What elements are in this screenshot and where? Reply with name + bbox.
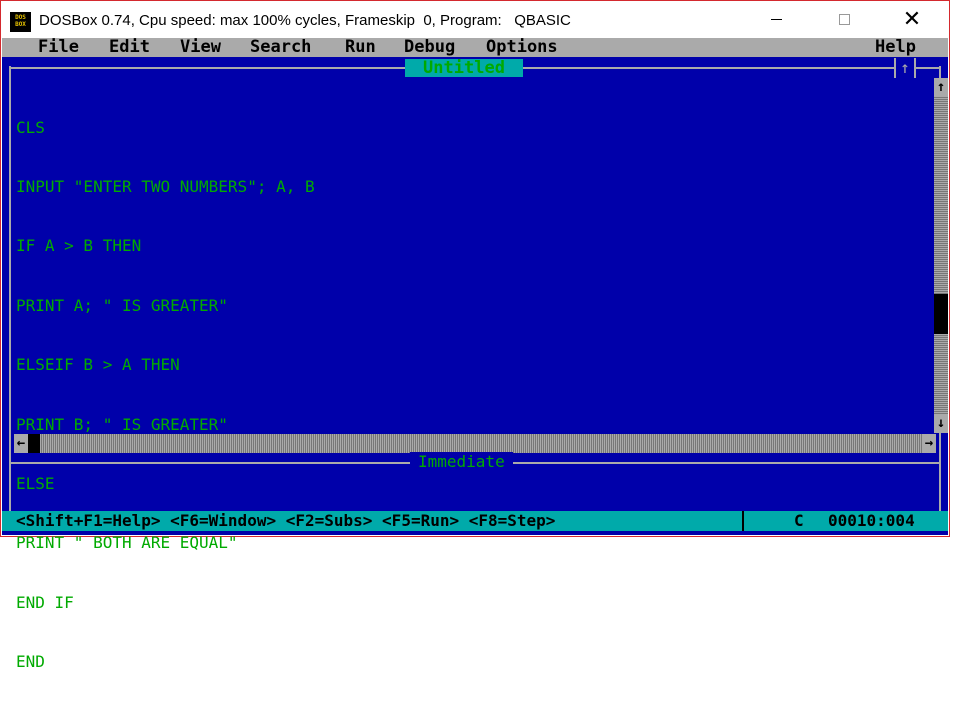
maximize-button[interactable]: [821, 1, 867, 38]
dosbox-window: DOS BOX DOSBox 0.74, Cpu speed: max 100% …: [0, 0, 950, 671]
horizontal-scroll-thumb[interactable]: [28, 434, 40, 453]
close-button[interactable]: ✕: [889, 1, 935, 38]
window-title: DOSBox 0.74, Cpu speed: max 100% cycles,…: [39, 12, 571, 29]
minimize-button[interactable]: [753, 1, 799, 38]
editor-maximize-button[interactable]: ↑: [894, 58, 916, 78]
code-line: CLS: [16, 117, 45, 137]
shortcut-hints: <Shift+F1=Help> <F6=Window> <F2=Subs> <F…: [16, 511, 556, 530]
dosbox-app-icon: DOS BOX: [10, 12, 31, 32]
menu-bar: File Edit View Search Run Debug Options …: [2, 38, 948, 57]
menu-edit[interactable]: Edit: [109, 38, 150, 57]
menu-search[interactable]: Search: [250, 38, 311, 57]
menu-run[interactable]: Run: [345, 38, 376, 57]
code-line: END IF: [16, 593, 315, 613]
vertical-scroll-thumb[interactable]: [934, 294, 948, 334]
scroll-down-arrow-icon[interactable]: ↓: [934, 414, 948, 432]
status-bar: <Shift+F1=Help> <F6=Window> <F2=Subs> <F…: [2, 511, 948, 531]
cursor-position: 00010:004: [828, 511, 915, 530]
code-line: PRINT B; " IS GREATER": [16, 414, 228, 434]
menu-view[interactable]: View: [180, 38, 221, 57]
close-icon: ✕: [902, 6, 922, 32]
dos-screen: File Edit View Search Run Debug Options …: [2, 38, 948, 671]
maximize-icon: [838, 14, 850, 25]
horizontal-scrollbar[interactable]: [14, 434, 936, 453]
scroll-right-arrow-icon[interactable]: →: [922, 434, 936, 453]
menu-debug[interactable]: Debug: [404, 38, 455, 57]
menu-file[interactable]: File: [38, 38, 79, 57]
code-line: PRINT A; " IS GREATER": [16, 295, 228, 315]
minimize-icon: [770, 19, 782, 20]
code-line: END: [16, 652, 45, 672]
menu-help[interactable]: Help: [875, 38, 916, 57]
title-bar[interactable]: DOS BOX DOSBox 0.74, Cpu speed: max 100% …: [1, 1, 949, 38]
scroll-up-arrow-icon[interactable]: ↑: [934, 78, 948, 96]
code-line: ELSEIF B > A THEN: [16, 355, 180, 375]
vertical-scrollbar[interactable]: [934, 78, 948, 433]
status-divider: [742, 511, 744, 531]
document-title: Untitled: [405, 59, 523, 77]
immediate-window[interactable]: [9, 463, 941, 511]
status-mode: C: [794, 511, 804, 530]
code-line: INPUT "ENTER TWO NUMBERS"; A, B: [16, 176, 315, 196]
code-line: IF A > B THEN: [16, 236, 142, 256]
scroll-left-arrow-icon[interactable]: ←: [14, 434, 28, 453]
menu-options[interactable]: Options: [486, 38, 558, 57]
code-editor[interactable]: CLS INPUT "ENTER TWO NUMBERS"; A, B IF A…: [16, 78, 315, 712]
code-line: PRINT " BOTH ARE EQUAL": [16, 533, 238, 553]
